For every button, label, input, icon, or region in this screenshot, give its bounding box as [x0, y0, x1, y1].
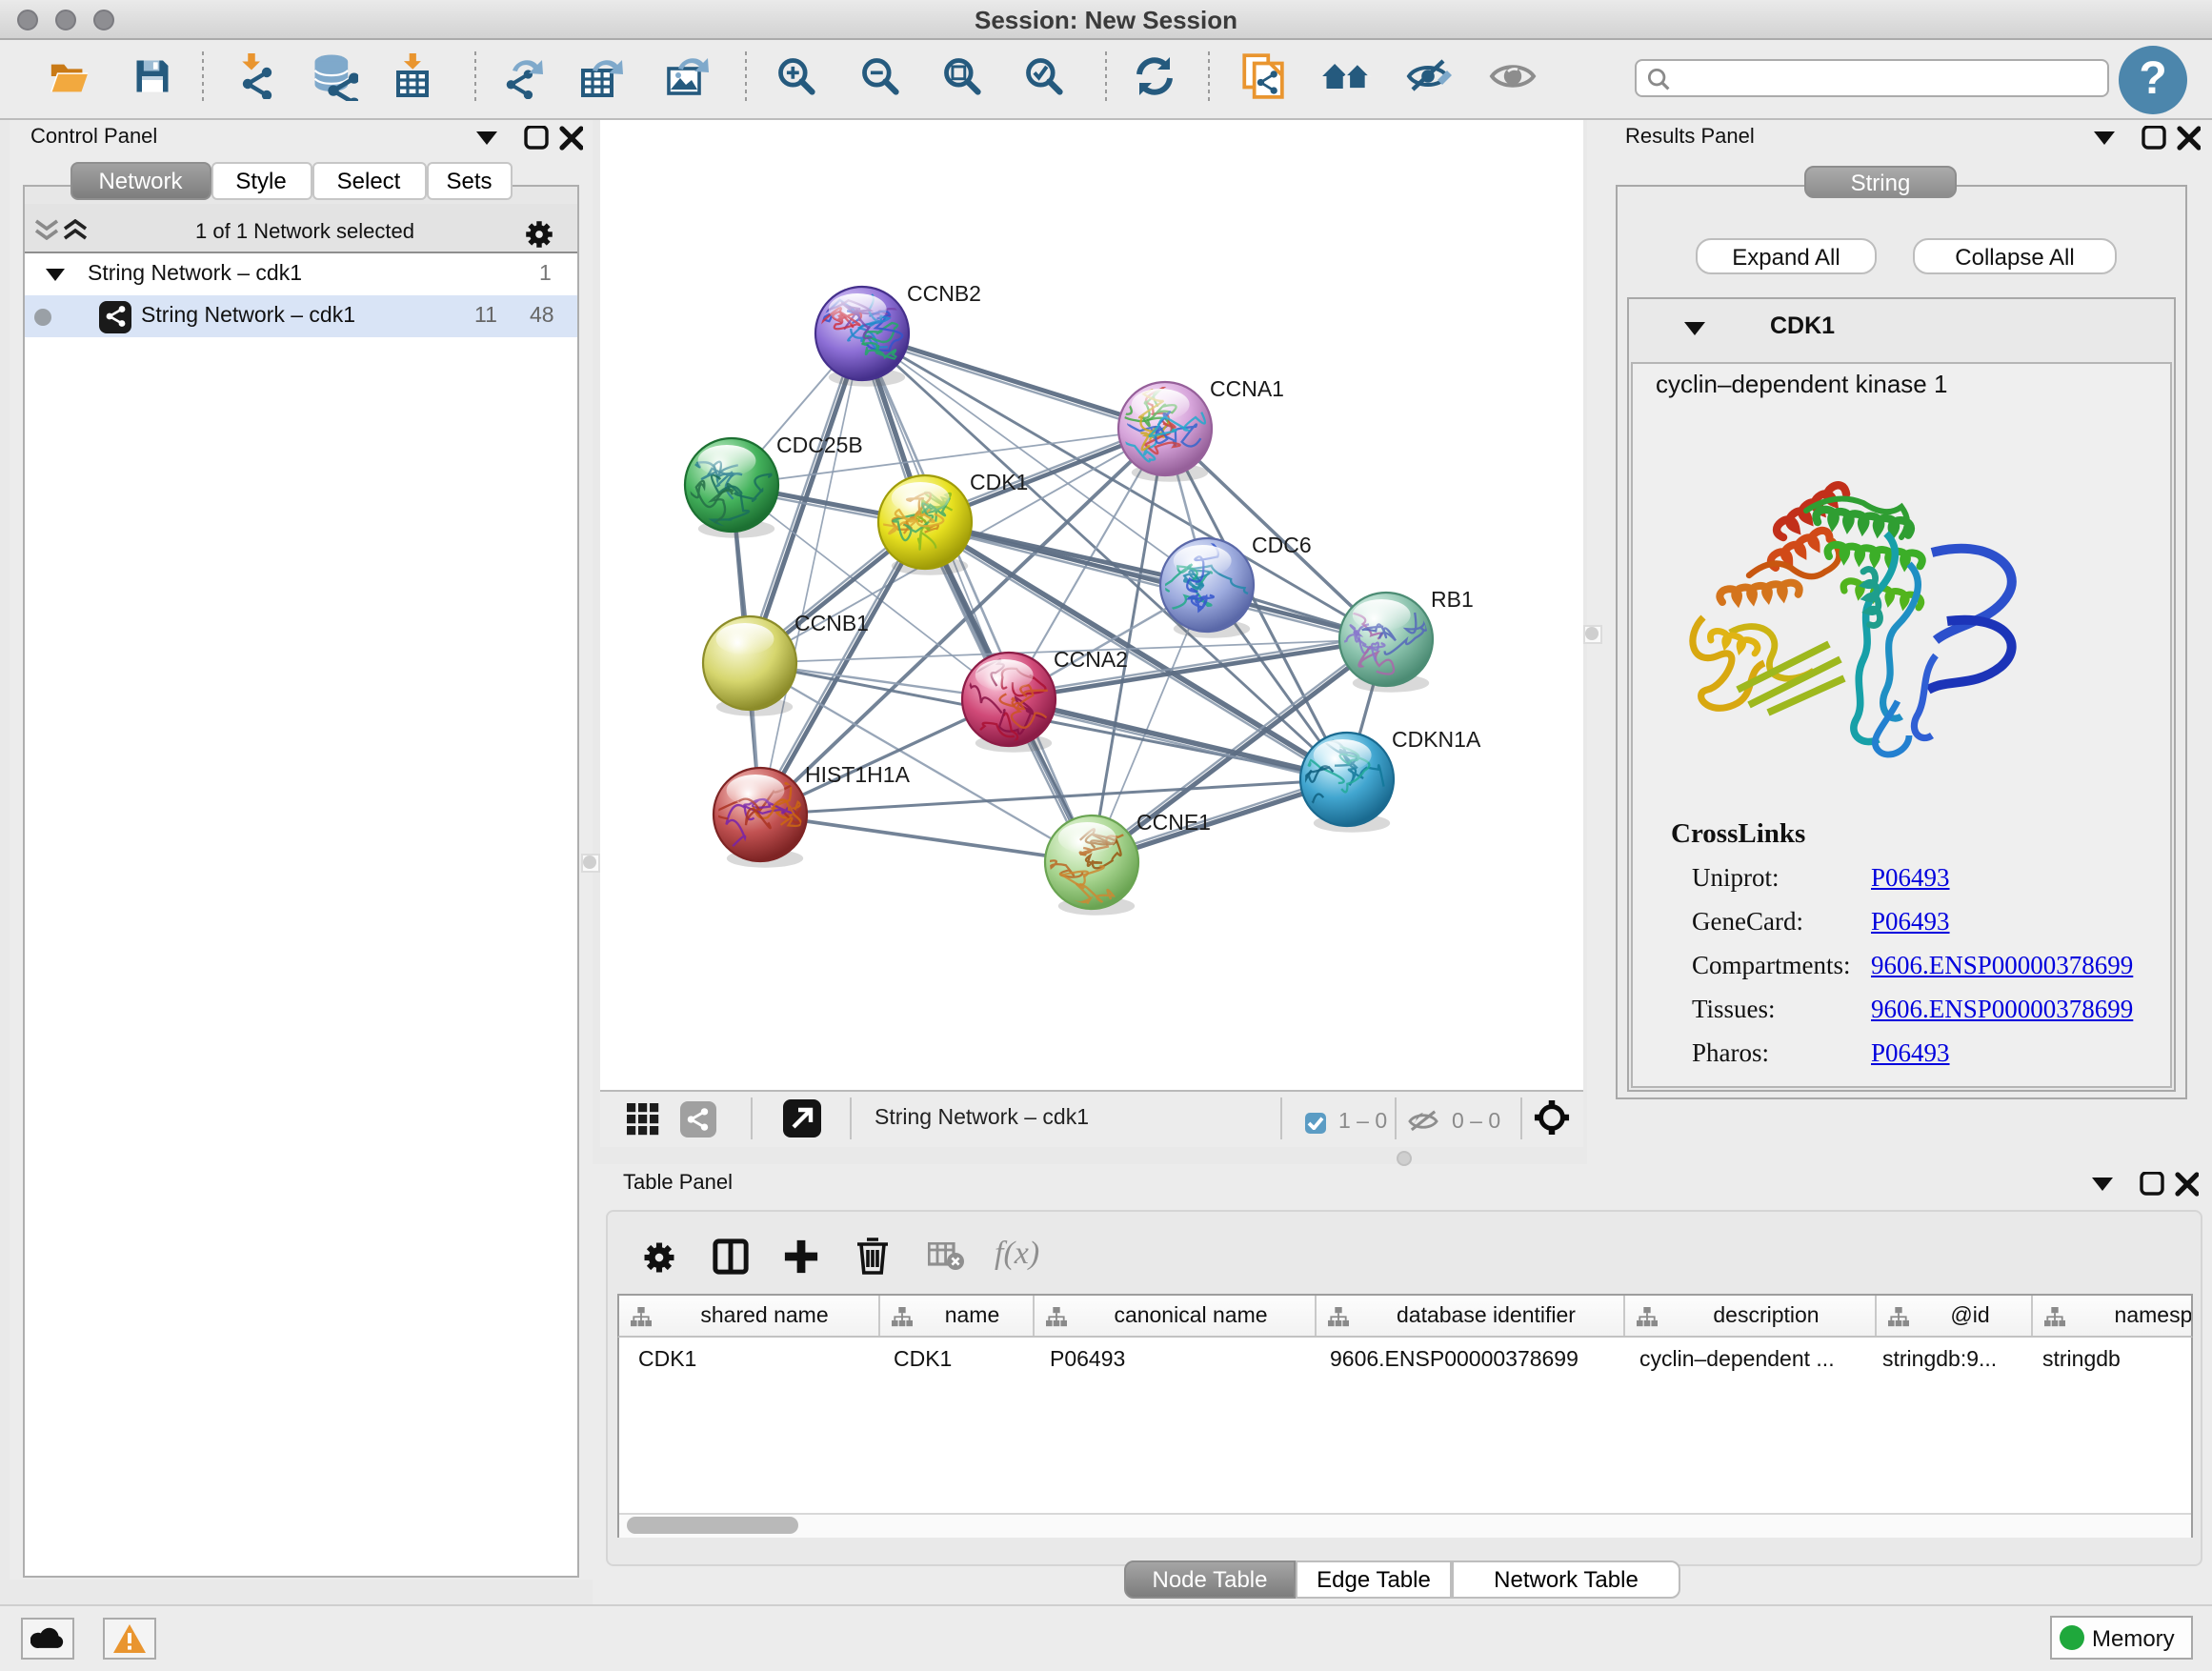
- svg-text:CCNA2: CCNA2: [1054, 646, 1128, 671]
- svg-text:CCNA1: CCNA1: [1210, 375, 1284, 400]
- svg-text:CCNE1: CCNE1: [1136, 809, 1211, 834]
- svg-text:HIST1H1A: HIST1H1A: [805, 761, 911, 786]
- svg-text:CDC6: CDC6: [1252, 532, 1312, 556]
- svg-text:RB1: RB1: [1431, 586, 1474, 611]
- svg-text:CCNB2: CCNB2: [907, 280, 981, 305]
- svg-text:CDKN1A: CDKN1A: [1392, 726, 1481, 751]
- svg-text:CCNB1: CCNB1: [794, 610, 869, 634]
- svg-text:CDC25B: CDC25B: [776, 432, 863, 456]
- svg-text:CDK1: CDK1: [970, 469, 1028, 493]
